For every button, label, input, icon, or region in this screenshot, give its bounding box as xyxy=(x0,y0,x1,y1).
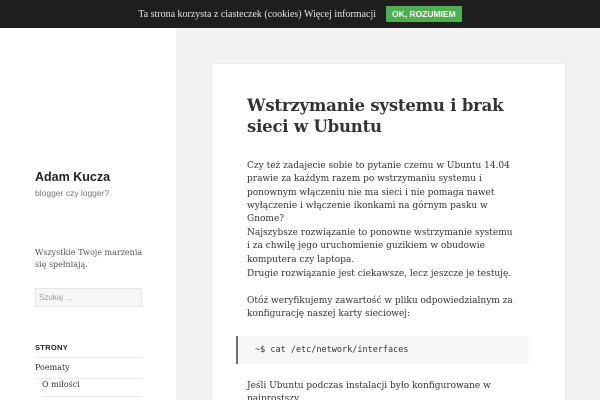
post-paragraph: Najszybsze rozwiązanie to ponowne wstrzy… xyxy=(247,228,513,265)
sidebar: Adam Kucza blogger czy logger? Wszystkie… xyxy=(0,28,176,400)
post-paragraph: Drugie rozwiązanie jest ciekawsze, lecz … xyxy=(247,269,512,279)
menu-divider xyxy=(42,396,142,397)
post-paragraph: Czy też zadajecie sobie to pytanie czemu… xyxy=(247,161,510,225)
site-description: blogger czy logger? xyxy=(35,188,110,198)
post-title[interactable]: Wstrzymanie systemu i brak sieci w Ubunt… xyxy=(247,95,517,137)
search-input[interactable]: Szukaj … xyxy=(35,288,142,307)
menu-item-o-milosci[interactable]: O miłości xyxy=(42,380,80,389)
post-paragraph: Jeśli Ubuntu podczas instalacji było kon… xyxy=(247,381,491,400)
pages-widget-title: STRONY xyxy=(35,343,69,352)
cookie-notice-text: Ta strona korzysta z ciasteczek (cookies… xyxy=(138,8,377,20)
menu-divider xyxy=(35,378,142,379)
site-title[interactable]: Adam Kucza xyxy=(35,170,110,184)
cookie-bar: Ta strona korzysta z ciasteczek (cookies… xyxy=(0,0,600,28)
post-paragraph: Otóż weryfikujemy zawartość w pliku odpo… xyxy=(247,296,513,320)
menu-divider xyxy=(35,357,142,358)
post-article: Wstrzymanie systemu i brak sieci w Ubunt… xyxy=(212,64,565,400)
code-block: ~$ cat /etc/network/interfaces xyxy=(236,336,529,364)
cookie-accept-button[interactable]: OK, ROZUMIEM xyxy=(386,6,462,22)
text-widget: Wszystkie Twoje marzenia się spełniają. xyxy=(35,248,143,269)
menu-item-poematy[interactable]: Poematy xyxy=(35,363,70,372)
